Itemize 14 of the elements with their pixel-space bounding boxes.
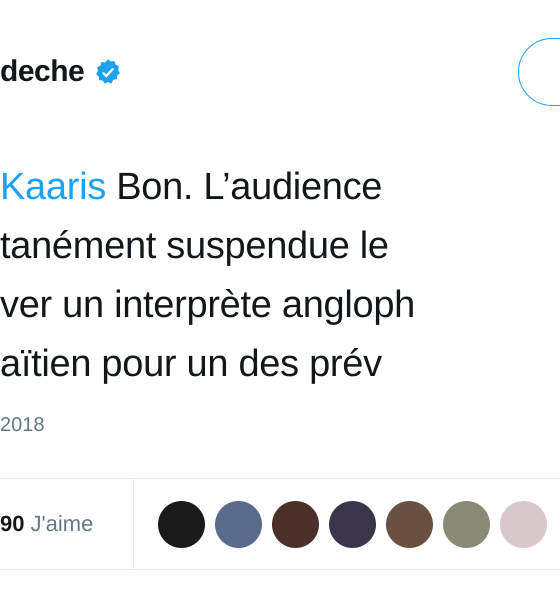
avatar-placeholder[interactable] (329, 500, 376, 548)
tweet-text: aïtien pour un des prév (0, 342, 383, 387)
tweet-text: tanément suspendue le (0, 224, 390, 269)
mention-link[interactable]: Kaaris (0, 166, 106, 208)
avatar-placeholder[interactable] (386, 500, 433, 548)
tweet-text: ver un interprète angloph (0, 283, 416, 328)
like-label[interactable]: J'aime (30, 511, 94, 537)
verified-badge-icon (94, 58, 122, 86)
like-count: 90 (0, 511, 24, 537)
tweet-date: 2018 (0, 414, 46, 438)
avatar-placeholder[interactable] (158, 500, 205, 548)
tweet-text: Bon. L’audience (116, 166, 382, 208)
avatar-placeholder[interactable] (272, 500, 319, 548)
author-name[interactable]: deche (0, 55, 84, 89)
